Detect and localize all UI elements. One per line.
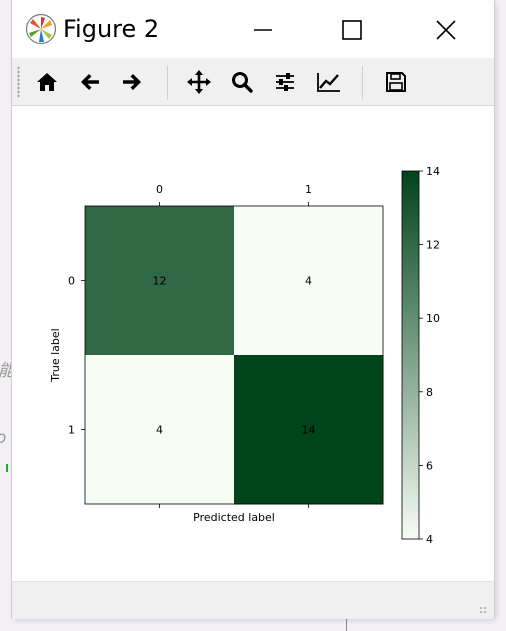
save-button[interactable] — [379, 66, 413, 98]
background-indicator — [6, 464, 8, 472]
zoom-button[interactable] — [225, 66, 259, 98]
close-button[interactable] — [423, 10, 469, 50]
cell-value-label: 12 — [153, 275, 167, 288]
colorbar-tick-label: 10 — [426, 312, 440, 325]
toolbar-grip[interactable] — [17, 66, 20, 98]
colorbar-tick-label: 4 — [426, 533, 433, 546]
toolbar-separator — [167, 66, 168, 100]
maximize-icon — [342, 20, 362, 40]
matplotlib-logo-icon — [25, 13, 57, 45]
colorbar-tick-label: 6 — [426, 459, 433, 472]
arrow-right-icon — [123, 74, 141, 90]
chart-line-icon — [317, 73, 340, 92]
colorbar-tick-label: 8 — [426, 386, 433, 399]
x-tick-label: 1 — [305, 183, 312, 196]
edit-axis-button[interactable] — [312, 66, 346, 98]
x-axis-label: Predicted label — [193, 511, 275, 524]
cell-value-label: 14 — [302, 424, 316, 437]
figure-canvas[interactable]: 12 4 4 14 0 1 0 1 Predicted label True label 4 6 8 10… — [12, 106, 494, 580]
status-bar — [12, 581, 494, 619]
close-icon — [436, 20, 456, 40]
colorbar-tick-label: 14 — [426, 165, 440, 178]
figure-window: Figure 2 12 4 4 14 0 1 0 1 Predicted lab… — [12, 0, 494, 619]
minimize-icon — [254, 29, 272, 31]
cell-value-label: 4 — [305, 275, 312, 288]
forward-button[interactable] — [115, 66, 149, 98]
arrow-left-icon — [81, 74, 99, 90]
colorbar-tick-label: 12 — [426, 239, 440, 252]
navigation-toolbar — [12, 58, 494, 106]
pan-button[interactable] — [182, 66, 216, 98]
window-title: Figure 2 — [63, 15, 160, 43]
confusion-matrix-plot: 12 44 140 101Predicted labelTrue label46810… — [49, 165, 440, 546]
x-tick-label: 0 — [156, 183, 163, 196]
home-icon — [37, 73, 57, 91]
maximize-button[interactable] — [329, 10, 375, 50]
title-bar[interactable]: Figure 2 — [12, 0, 494, 57]
cell-value-label: 4 — [156, 424, 163, 437]
colorbar — [401, 170, 420, 540]
sliders-icon — [276, 73, 294, 91]
magnifier-icon — [232, 72, 253, 93]
floppy-disk-icon — [386, 72, 406, 92]
y-axis-label: True label — [49, 328, 62, 382]
toolbar-separator — [362, 66, 363, 100]
minimize-button[interactable] — [240, 10, 286, 50]
home-button[interactable] — [30, 66, 64, 98]
configure-subplots-button[interactable] — [268, 66, 302, 98]
y-tick-label: 0 — [68, 275, 75, 288]
back-button[interactable] — [73, 66, 107, 98]
y-tick-label: 1 — [68, 424, 75, 437]
background-text-fragment: o — [0, 428, 6, 448]
move-icon — [187, 70, 211, 94]
resize-grip[interactable] — [479, 606, 488, 615]
